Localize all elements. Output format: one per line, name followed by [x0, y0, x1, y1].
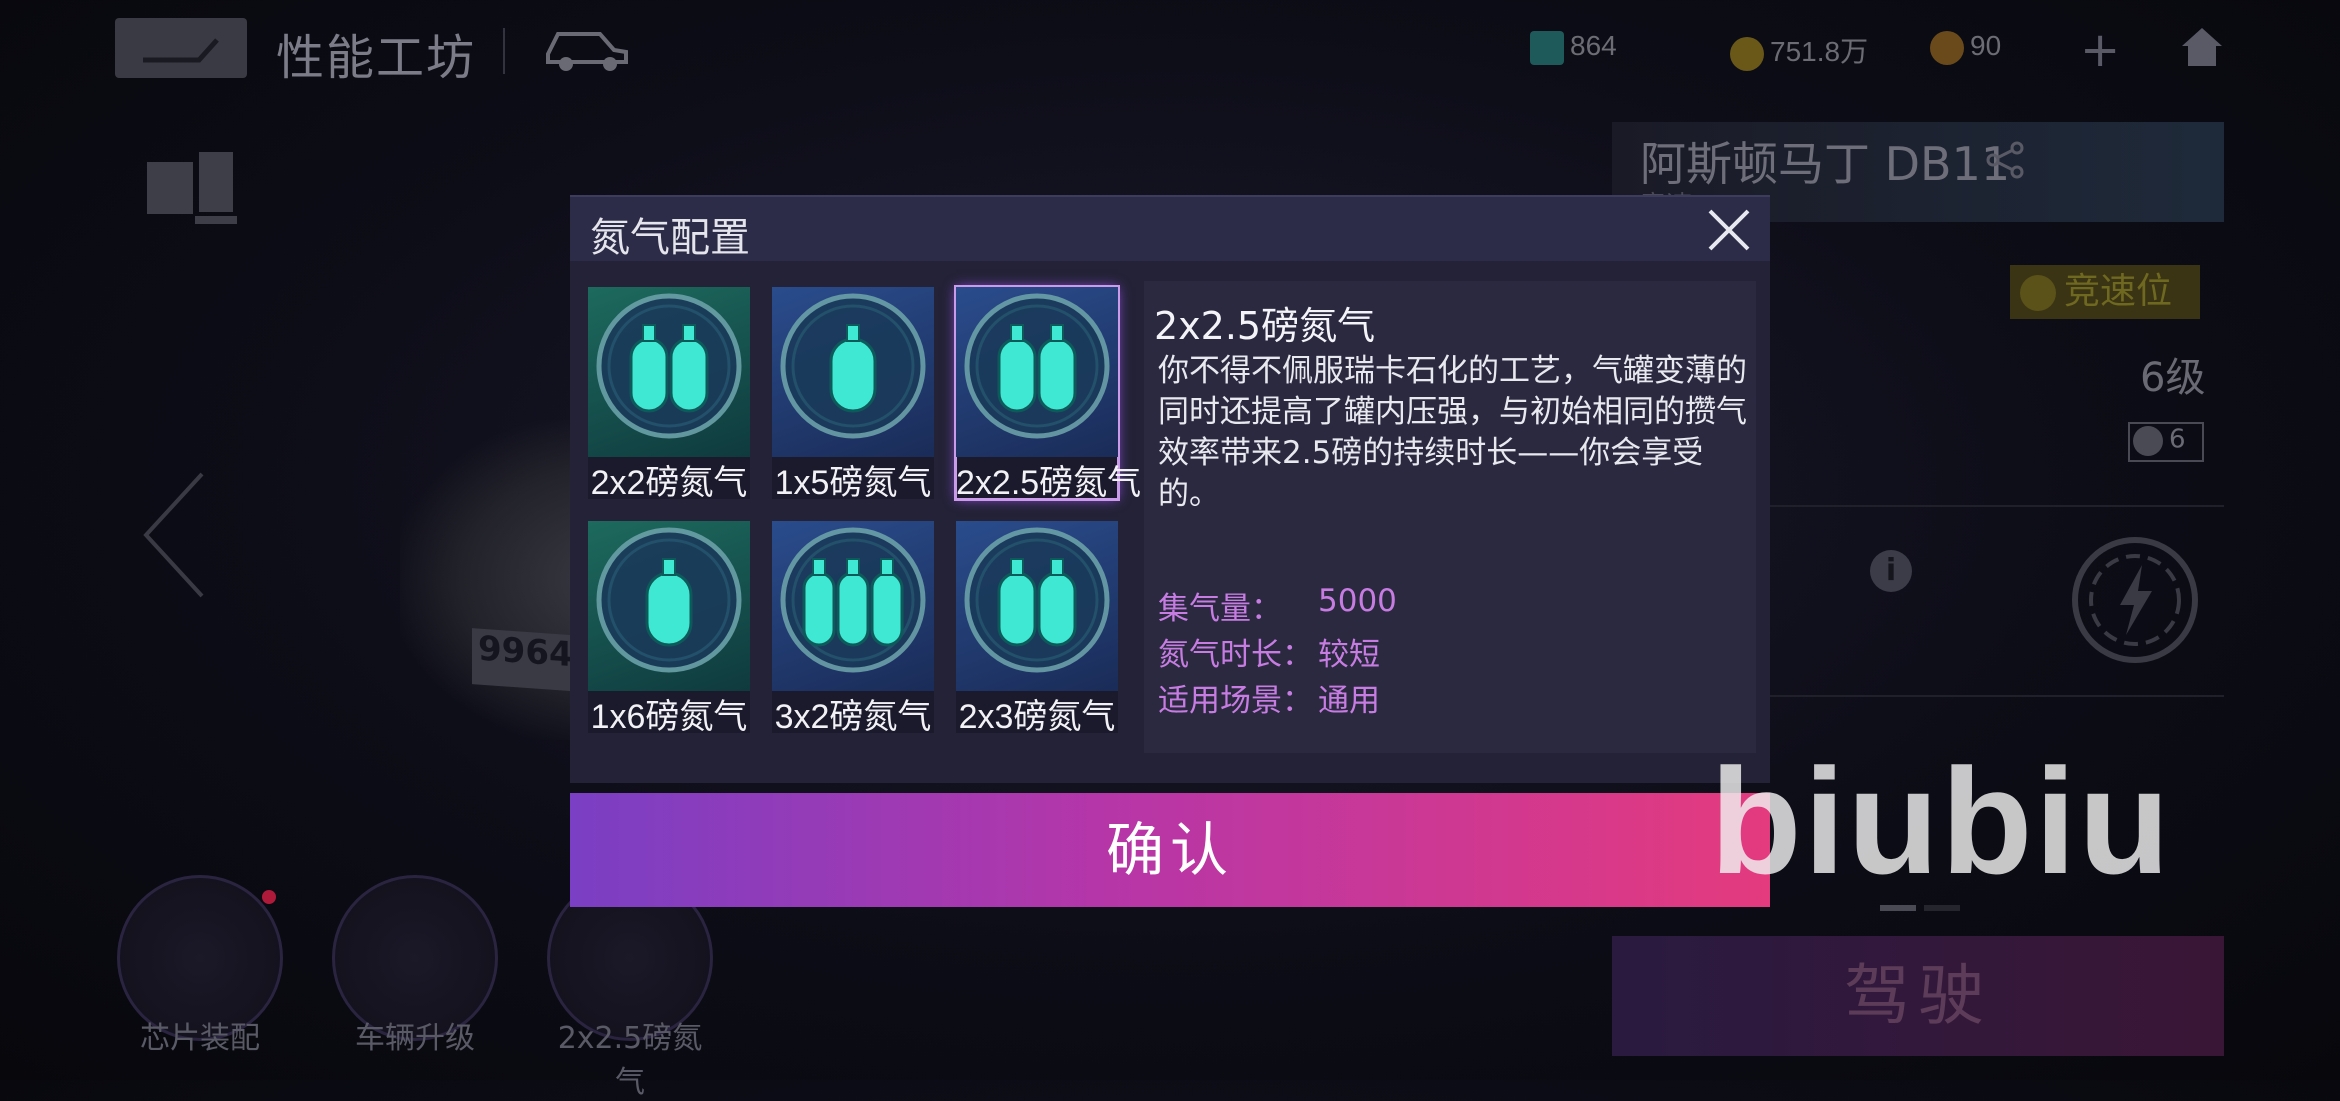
nitro-option[interactable]: 1x5磅氮气 [772, 287, 934, 502]
stat-duration: 氮气时长： 较短 [1158, 629, 1380, 674]
nitro-option-bg [588, 521, 750, 691]
stat-value: 较短 [1318, 637, 1380, 673]
ticket-icon [1530, 30, 1564, 65]
nitro-tank-icon [596, 527, 742, 673]
nitro-option[interactable]: 1x6磅氮气 [588, 521, 750, 736]
chevron-left-icon[interactable] [140, 470, 210, 600]
dialog-header: 氮气配置 [570, 195, 1770, 263]
star-gem-icon [1930, 30, 1964, 65]
nitro-tank-icon [780, 527, 926, 673]
vehicle-upgrade-label: 车辆升级 [355, 1021, 475, 1056]
race-slot-badge: 竞速位 [2010, 265, 2200, 319]
nitro-detail-panel: 2x2.5磅氮气 你不得不佩服瑞卡石化的工艺，气罐变薄的同时还提高了罐内压强，与… [1144, 281, 1756, 753]
nitro-option-label: 3x2磅氮气 [774, 698, 932, 736]
car-swap-icon[interactable] [540, 20, 636, 76]
nitro-tank-icon [780, 293, 926, 439]
nitro-option[interactable]: 3x2磅氮气 [772, 521, 934, 736]
plus-icon[interactable]: + [2080, 22, 2120, 78]
nitro-config-dialog: 氮气配置 2x2磅氮气 1x5磅氮气 2x2.5磅氮气 1x6磅氮气 3x2磅氮气 2x3… [570, 195, 1770, 907]
nitro-option-label: 2x3磅氮气 [958, 698, 1116, 736]
nitro-tank-icon [596, 293, 742, 439]
top-bar: 性能工坊 864 751.8万 90 + [0, 0, 2340, 100]
license-plate: 9964 [472, 628, 582, 692]
nitro-bolt-icon[interactable] [2070, 535, 2200, 665]
nitro-option[interactable]: 2x3磅氮气 [956, 521, 1118, 736]
nitro-option-label: 2x2.5磅氮气 [956, 464, 1142, 502]
currency-gold: 751.8万 [1730, 30, 1868, 71]
nitro-option-bg [956, 287, 1118, 457]
nitro-option[interactable]: 2x2磅氮气 [588, 287, 750, 502]
race-slot-label: 竞速位 [2064, 271, 2173, 312]
nitro-label: 2x2.5磅氮气 [557, 1021, 703, 1100]
back-button[interactable] [115, 18, 247, 78]
watermark-text: biubiu [1710, 737, 2172, 905]
share-icon[interactable] [1985, 140, 2025, 180]
stat-label: 集气量： [1158, 591, 1282, 627]
chip-assembly-button[interactable]: 芯片装配 [115, 875, 285, 1056]
coin-icon [1730, 36, 1764, 71]
nitro-detail-title: 2x2.5磅氮气 [1154, 304, 1376, 348]
nitro-option-bg [772, 287, 934, 457]
steering-icon [2133, 426, 2163, 456]
car-level: 6级 [2140, 355, 2206, 401]
stat-label: 适用场景： [1158, 683, 1313, 719]
dialog-body: 2x2磅氮气 1x5磅氮气 2x2.5磅氮气 1x6磅氮气 3x2磅氮气 2x3磅氮气 2… [570, 261, 1770, 783]
info-icon[interactable]: i [1870, 550, 1912, 592]
dialog-title: 氮气配置 [590, 215, 750, 261]
vehicle-upgrade-button[interactable]: 车辆升级 [330, 875, 500, 1056]
close-icon[interactable] [1706, 207, 1752, 253]
currency-gem: 90 [1930, 30, 2001, 65]
nitro-option-label: 1x6磅氮气 [590, 698, 748, 736]
nitro-option-bg [956, 521, 1118, 691]
drive-button[interactable]: 驾驶 [1612, 936, 2224, 1056]
nitro-option[interactable]: 2x2.5磅氮气 [954, 285, 1141, 502]
stat-scene: 适用场景： 通用 [1158, 675, 1380, 720]
chip-assembly-label: 芯片装配 [140, 1021, 260, 1056]
nitro-option-bg [772, 521, 934, 691]
stat-label: 氮气时长： [1158, 637, 1313, 673]
nitro-tank-icon [964, 293, 1110, 439]
garage-menu-icon[interactable] [145, 150, 237, 226]
rank-badge: 6 [2128, 422, 2204, 462]
rank-badge-num: 6 [2169, 424, 2186, 455]
gem-value: 90 [1970, 30, 2002, 61]
nitro-description: 你不得不佩服瑞卡石化的工艺，气罐变薄的同时还提高了罐内压强，与初始相同的攒气效率… [1158, 353, 1747, 512]
notification-dot [262, 890, 276, 904]
car-name: 阿斯顿马丁 DB11 [1640, 137, 2011, 191]
coupon-value: 864 [1570, 30, 1617, 61]
stat-value: 5000 [1318, 583, 1397, 619]
gold-value: 751.8万 [1770, 36, 1869, 67]
race-slot-icon [2020, 275, 2056, 311]
page-title: 性能工坊 [276, 30, 477, 86]
home-icon[interactable] [2178, 22, 2226, 70]
confirm-button[interactable]: 确认 [570, 793, 1770, 907]
back-icon [143, 38, 219, 63]
nitro-option-label: 2x2磅氮气 [590, 464, 748, 502]
nitro-option-bg [588, 287, 750, 457]
nitro-option-label: 1x5磅氮气 [774, 464, 932, 502]
stat-charge: 集气量： 5000 [1158, 583, 1397, 628]
nitro-tank-icon [964, 527, 1110, 673]
currency-coupon: 864 [1530, 30, 1617, 65]
stat-value: 通用 [1318, 683, 1380, 719]
header-divider [503, 28, 505, 74]
